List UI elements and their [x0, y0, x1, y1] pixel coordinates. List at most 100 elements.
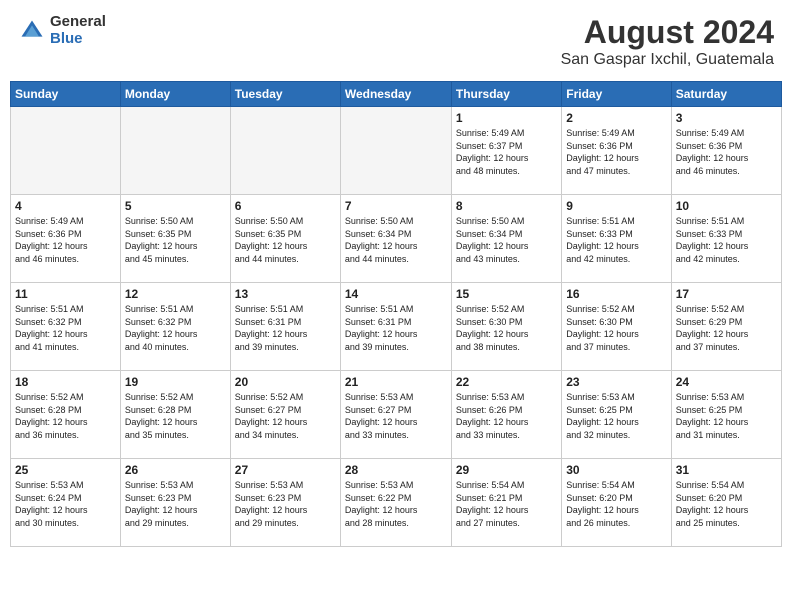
calendar-cell: 22 Sunrise: 5:53 AM Sunset: 6:26 PM Dayli… [451, 371, 561, 459]
calendar-cell: 23Sunrise: 5:53 AM Sunset: 6:25 PM Dayli… [562, 371, 671, 459]
day-number: 16 [566, 287, 666, 301]
calendar-cell: 4 Sunrise: 5:49 AM Sunset: 6:36 PM Daylig… [11, 195, 121, 283]
calendar-cell: 1 Sunrise: 5:49 AM Sunset: 6:37 PM Daylig… [451, 107, 561, 195]
day-info: Sunrise: 5:50 AM Sunset: 6:34 PM Dayligh… [456, 215, 557, 265]
calendar-cell: 6 Sunrise: 5:50 AM Sunset: 6:35 PM Daylig… [230, 195, 340, 283]
day-number: 11 [15, 287, 116, 301]
weekday-header-row: SundayMondayTuesdayWednesdayThursdayFrid… [11, 82, 782, 107]
calendar-cell: 10 Sunrise: 5:51 AM Sunset: 6:33 PM Dayli… [671, 195, 781, 283]
day-info: Sunrise: 5:52 AM Sunset: 6:28 PM Dayligh… [125, 391, 226, 441]
day-number: 5 [125, 199, 226, 213]
day-number: 4 [15, 199, 116, 213]
calendar-cell: 27 Sunrise: 5:53 AM Sunset: 6:23 PM Dayli… [230, 459, 340, 547]
day-number: 1 [456, 111, 557, 125]
day-number: 22 [456, 375, 557, 389]
day-number: 28 [345, 463, 447, 477]
day-info: Sunrise: 5:53 AM Sunset: 6:26 PM Dayligh… [456, 391, 557, 441]
day-number: 9 [566, 199, 666, 213]
day-info: Sunrise: 5:49 AM Sunset: 6:37 PM Dayligh… [456, 127, 557, 177]
calendar-cell: 25 Sunrise: 5:53 AM Sunset: 6:24 PM Dayli… [11, 459, 121, 547]
day-info: Sunrise: 5:51 AM Sunset: 6:33 PM Dayligh… [676, 215, 777, 265]
calendar-week-row: 1 Sunrise: 5:49 AM Sunset: 6:37 PM Daylig… [11, 107, 782, 195]
day-number: 21 [345, 375, 447, 389]
page-subtitle: San Gaspar Ixchil, Guatemala [561, 51, 774, 69]
day-number: 13 [235, 287, 336, 301]
calendar-cell: 5Sunrise: 5:50 AM Sunset: 6:35 PM Daylig… [120, 195, 230, 283]
day-number: 17 [676, 287, 777, 301]
day-info: Sunrise: 5:53 AM Sunset: 6:25 PM Dayligh… [676, 391, 777, 441]
calendar-cell: 11Sunrise: 5:51 AM Sunset: 6:32 PM Dayli… [11, 283, 121, 371]
page-header: General Blue August 2024 San Gaspar Ixch… [10, 10, 782, 73]
weekday-header: Saturday [671, 82, 781, 107]
calendar-cell: 14 Sunrise: 5:51 AM Sunset: 6:31 PM Dayli… [340, 283, 451, 371]
day-info: Sunrise: 5:49 AM Sunset: 6:36 PM Dayligh… [15, 215, 116, 265]
calendar-cell: 29 Sunrise: 5:54 AM Sunset: 6:21 PM Dayli… [451, 459, 561, 547]
day-number: 3 [676, 111, 777, 125]
calendar-week-row: 4 Sunrise: 5:49 AM Sunset: 6:36 PM Daylig… [11, 195, 782, 283]
day-info: Sunrise: 5:53 AM Sunset: 6:22 PM Dayligh… [345, 479, 447, 529]
day-info: Sunrise: 5:51 AM Sunset: 6:31 PM Dayligh… [235, 303, 336, 353]
day-info: Sunrise: 5:51 AM Sunset: 6:33 PM Dayligh… [566, 215, 666, 265]
day-number: 20 [235, 375, 336, 389]
day-info: Sunrise: 5:51 AM Sunset: 6:31 PM Dayligh… [345, 303, 447, 353]
weekday-header: Tuesday [230, 82, 340, 107]
weekday-header: Thursday [451, 82, 561, 107]
day-number: 2 [566, 111, 666, 125]
day-number: 27 [235, 463, 336, 477]
title-block: August 2024 San Gaspar Ixchil, Guatemala [561, 14, 774, 69]
calendar-cell: 18 Sunrise: 5:52 AM Sunset: 6:28 PM Dayli… [11, 371, 121, 459]
day-info: Sunrise: 5:52 AM Sunset: 6:29 PM Dayligh… [676, 303, 777, 353]
calendar-cell: 3 Sunrise: 5:49 AM Sunset: 6:36 PM Daylig… [671, 107, 781, 195]
day-info: Sunrise: 5:50 AM Sunset: 6:34 PM Dayligh… [345, 215, 447, 265]
day-number: 19 [125, 375, 226, 389]
day-number: 29 [456, 463, 557, 477]
day-number: 14 [345, 287, 447, 301]
day-number: 18 [15, 375, 116, 389]
calendar-week-row: 11 Sunrise: 5:51 AM Sunset: 6:32 PM Dayli… [11, 283, 782, 371]
calendar-cell: 2 Sunrise: 5:49 AM Sunset: 6:36 PM Daylig… [562, 107, 671, 195]
calendar-cell: 24 Sunrise: 5:53 AM Sunset: 6:25 PM Dayli… [671, 371, 781, 459]
day-info: Sunrise: 5:54 AM Sunset: 6:20 PM Dayligh… [566, 479, 666, 529]
logo-text: General Blue [50, 14, 106, 47]
day-info: Sunrise: 5:52 AM Sunset: 6:28 PM Dayligh… [15, 391, 116, 441]
calendar-cell: 7Sunrise: 5:50 AM Sunset: 6:34 PM Daylig… [340, 195, 451, 283]
day-info: Sunrise: 5:53 AM Sunset: 6:24 PM Dayligh… [15, 479, 116, 529]
logo-blue-text: Blue [50, 31, 106, 48]
logo-general-text: General [50, 14, 106, 31]
day-number: 31 [676, 463, 777, 477]
page-title: August 2024 [561, 14, 774, 51]
day-info: Sunrise: 5:54 AM Sunset: 6:21 PM Dayligh… [456, 479, 557, 529]
calendar-cell: 26Sunrise: 5:53 AM Sunset: 6:23 PM Dayli… [120, 459, 230, 547]
day-info: Sunrise: 5:52 AM Sunset: 6:30 PM Dayligh… [456, 303, 557, 353]
day-info: Sunrise: 5:52 AM Sunset: 6:30 PM Dayligh… [566, 303, 666, 353]
day-info: Sunrise: 5:52 AM Sunset: 6:27 PM Dayligh… [235, 391, 336, 441]
calendar-cell: 20 Sunrise: 5:52 AM Sunset: 6:27 PM Dayli… [230, 371, 340, 459]
calendar-cell: 21 Sunrise: 5:53 AM Sunset: 6:27 PM Dayli… [340, 371, 451, 459]
calendar-cell [230, 107, 340, 195]
day-number: 30 [566, 463, 666, 477]
day-info: Sunrise: 5:51 AM Sunset: 6:32 PM Dayligh… [125, 303, 226, 353]
day-info: Sunrise: 5:53 AM Sunset: 6:23 PM Dayligh… [235, 479, 336, 529]
calendar-cell: 15 Sunrise: 5:52 AM Sunset: 6:30 PM Dayli… [451, 283, 561, 371]
day-info: Sunrise: 5:49 AM Sunset: 6:36 PM Dayligh… [676, 127, 777, 177]
day-number: 15 [456, 287, 557, 301]
day-number: 25 [15, 463, 116, 477]
day-number: 6 [235, 199, 336, 213]
calendar-cell: 13 Sunrise: 5:51 AM Sunset: 6:31 PM Dayli… [230, 283, 340, 371]
day-info: Sunrise: 5:53 AM Sunset: 6:25 PM Dayligh… [566, 391, 666, 441]
calendar-table: SundayMondayTuesdayWednesdayThursdayFrid… [10, 81, 782, 547]
calendar-cell: 9 Sunrise: 5:51 AM Sunset: 6:33 PM Daylig… [562, 195, 671, 283]
calendar-cell: 12Sunrise: 5:51 AM Sunset: 6:32 PM Dayli… [120, 283, 230, 371]
day-info: Sunrise: 5:53 AM Sunset: 6:23 PM Dayligh… [125, 479, 226, 529]
calendar-cell: 8Sunrise: 5:50 AM Sunset: 6:34 PM Daylig… [451, 195, 561, 283]
weekday-header: Wednesday [340, 82, 451, 107]
day-info: Sunrise: 5:50 AM Sunset: 6:35 PM Dayligh… [235, 215, 336, 265]
calendar-cell [11, 107, 121, 195]
day-info: Sunrise: 5:49 AM Sunset: 6:36 PM Dayligh… [566, 127, 666, 177]
weekday-header: Friday [562, 82, 671, 107]
calendar-cell: 19 Sunrise: 5:52 AM Sunset: 6:28 PM Dayli… [120, 371, 230, 459]
weekday-header: Monday [120, 82, 230, 107]
day-number: 10 [676, 199, 777, 213]
day-number: 24 [676, 375, 777, 389]
day-info: Sunrise: 5:53 AM Sunset: 6:27 PM Dayligh… [345, 391, 447, 441]
